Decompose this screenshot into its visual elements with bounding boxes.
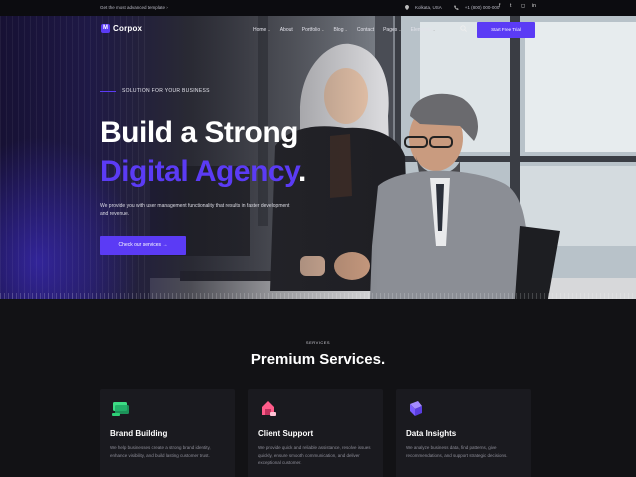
eyebrow-line — [100, 90, 116, 92]
start-free-trial-button[interactable]: Start Free Trial — [477, 22, 535, 38]
nav-item-label: Elements — [410, 27, 432, 33]
phone-text[interactable]: +1 (800) 000-000 — [465, 5, 500, 10]
nav-item-label: Blog — [333, 27, 344, 33]
hero-section: M Corpox Home⌄ About Portfolio⌄ Blog⌄ Co… — [0, 16, 636, 299]
hero-title-dot: . — [298, 155, 306, 188]
contact-info: Kolkata, USA +1 (800) 000-000 — [405, 5, 499, 10]
brand-building-icon — [112, 402, 129, 416]
services-section: SERVICES Premium Services. Brand Buildin… — [0, 299, 636, 477]
hero-eyebrow: SOLUTION FOR YOUR BUSINESS — [100, 88, 210, 94]
logo-mark-icon: M — [101, 24, 110, 33]
client-support-icon — [262, 401, 276, 416]
services-eyebrow: SERVICES — [305, 340, 331, 345]
service-card-text: We provide quick and reliable assistance… — [258, 445, 371, 465]
nav-item-pages[interactable]: Pages⌄ — [383, 27, 402, 33]
service-card-title: Data Insights — [406, 429, 457, 438]
nav-item-blog[interactable]: Blog⌄ — [333, 27, 347, 33]
facebook-icon[interactable]: f — [499, 4, 504, 9]
nav-item-label: Pages — [383, 27, 398, 33]
service-card-brand-building[interactable]: Brand Building We help businesses create… — [100, 389, 235, 477]
location-text: Kolkata, USA — [415, 5, 442, 10]
hero-description: We provide you with user management func… — [100, 203, 290, 217]
service-card-text: We help businesses create a strong brand… — [110, 445, 211, 458]
instagram-icon[interactable]: ◻ — [521, 4, 526, 9]
logo-text: Corpox — [113, 24, 143, 33]
check-services-button[interactable]: Check our services → — [100, 236, 186, 255]
hero-title-line2: Digital Agency. — [100, 155, 306, 189]
chevron-down-icon: ⌄ — [321, 27, 325, 32]
social-links: f t ◻ in — [499, 4, 537, 9]
nav-item-home[interactable]: Home⌄ — [253, 27, 271, 33]
chevron-down-icon: ⌄ — [344, 27, 348, 32]
main-nav: M Corpox Home⌄ About Portfolio⌄ Blog⌄ Co… — [0, 16, 636, 44]
services-title: Premium Services. — [250, 351, 386, 368]
nav-item-elements[interactable]: Elements⌄ — [411, 27, 436, 33]
service-card-client-support[interactable]: Client Support We provide quick and reli… — [248, 389, 383, 477]
service-card-title: Client Support — [258, 429, 314, 438]
nav-menu: Home⌄ About Portfolio⌄ Blog⌄ Contact Pag… — [253, 27, 436, 33]
service-card-data-insights[interactable]: Data Insights We analyze business data, … — [396, 389, 531, 477]
service-card-title: Brand Building — [110, 429, 168, 438]
hero-title-highlight: Digital Agency — [100, 155, 299, 188]
nav-item-label: Portfolio — [301, 27, 321, 33]
nav-item-contact[interactable]: Contact — [357, 27, 374, 33]
service-card-text: We analyze business data, find patterns,… — [406, 445, 508, 458]
top-bar: Get the most advanced template › Kolkata… — [0, 0, 636, 16]
chevron-down-icon: ⌄ — [267, 27, 271, 32]
nav-item-label: Home — [253, 27, 267, 33]
promo-link[interactable]: Get the most advanced template › — [100, 5, 168, 10]
location-pin-icon — [405, 5, 409, 10]
hero-eyebrow-text: SOLUTION FOR YOUR BUSINESS — [122, 88, 210, 94]
chevron-down-icon: ⌄ — [398, 27, 402, 32]
search-icon[interactable] — [460, 25, 467, 32]
data-insights-icon — [410, 401, 422, 416]
nav-item-portfolio[interactable]: Portfolio⌄ — [302, 27, 325, 33]
page: Get the most advanced template › Kolkata… — [0, 0, 636, 477]
phone-icon — [453, 5, 459, 10]
hero-title-line1: Build a Strong — [100, 116, 299, 149]
logo[interactable]: M Corpox — [101, 24, 142, 33]
nav-item-about[interactable]: About — [280, 27, 293, 33]
twitter-icon[interactable]: t — [510, 4, 515, 9]
linkedin-icon[interactable]: in — [532, 4, 537, 9]
chevron-down-icon: ⌄ — [432, 27, 436, 32]
